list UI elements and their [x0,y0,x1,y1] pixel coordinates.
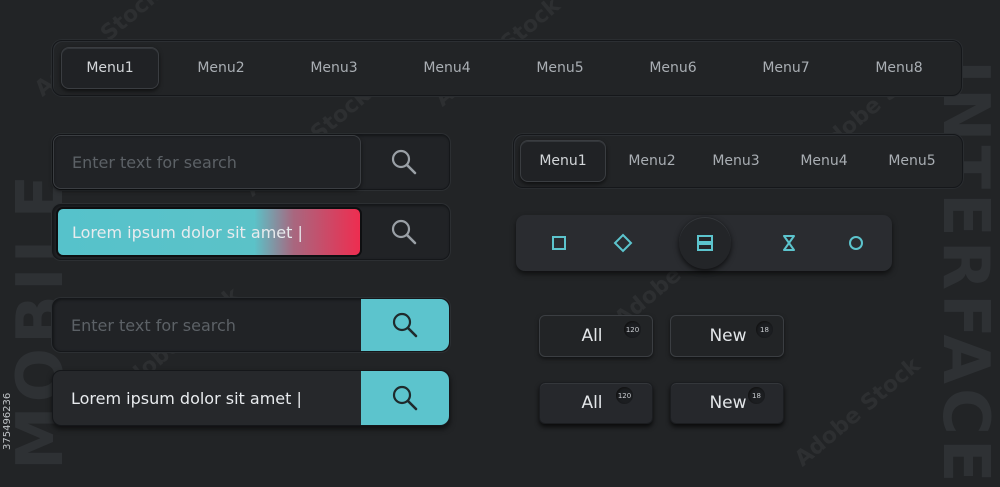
top-menu-item-7[interactable]: Menu7 [736,41,836,95]
filter-new-button-raised[interactable]: New 18 [670,382,784,424]
small-menu-item-5[interactable]: Menu5 [872,135,952,187]
small-menu-item-2[interactable]: Menu2 [612,135,692,187]
filter-label: All [581,393,603,413]
small-menu-bar: Menu1 Menu2 Menu3 Menu4 Menu5 [513,134,963,188]
filter-new-button[interactable]: New 18 [670,315,784,357]
menu-label: Menu1 [539,153,587,169]
filter-label: New [709,393,747,413]
count-badge: 120 [624,321,641,338]
menu-label: Menu4 [800,153,848,169]
top-menu-item-6[interactable]: Menu6 [623,41,723,95]
hourglass-icon[interactable] [779,233,799,253]
count-badge: 18 [756,321,773,338]
menu-label: Menu7 [762,60,810,76]
search-icon[interactable] [390,218,418,246]
small-menu-item-1[interactable]: Menu1 [520,140,606,182]
search-value[interactable]: Lorem ipsum dolor sit amet | [71,371,302,425]
menu-label: Menu3 [310,60,358,76]
search-icon [391,384,419,412]
filter-all-button-raised[interactable]: All 120 [539,382,653,424]
search-placeholder: Enter text for search [72,152,237,172]
search-input[interactable]: Enter text for search [53,135,361,189]
watermark: Adobe Stock [790,352,926,473]
small-menu-item-3[interactable]: Menu3 [696,135,776,187]
top-menu-item-3[interactable]: Menu3 [284,41,384,95]
menu-label: Menu3 [712,153,760,169]
menu-label: Menu2 [628,153,676,169]
top-menu-item-4[interactable]: Menu4 [397,41,497,95]
top-menu-item-1[interactable]: Menu1 [61,47,159,89]
top-menu-item-2[interactable]: Menu2 [171,41,271,95]
search-icon[interactable] [390,148,418,176]
menu-label: Menu8 [875,60,923,76]
stock-id: 375496236 [2,392,13,450]
icon-tab-bar [516,215,892,271]
search-value: Lorem ipsum dolor sit amet | [72,222,303,242]
top-menu-item-8[interactable]: Menu8 [849,41,949,95]
search-field-3: Enter text for search [52,298,450,352]
top-menu-bar: Menu1 Menu2 Menu3 Menu4 Menu5 Menu6 Menu… [52,40,962,96]
search-input-active[interactable]: Lorem ipsum dolor sit amet | [56,207,362,257]
count-badge: 18 [748,387,765,404]
top-menu-item-5[interactable]: Menu5 [510,41,610,95]
menu-label: Menu5 [888,153,936,169]
search-field-4: Lorem ipsum dolor sit amet | [52,370,450,426]
side-title-right: INTERFACE [928,60,1000,487]
search-field-1: Enter text for search [52,134,450,190]
circle-icon[interactable] [846,233,866,253]
search-field-2: Lorem ipsum dolor sit amet | [52,204,450,260]
menu-label: Menu6 [649,60,697,76]
search-placeholder[interactable]: Enter text for search [71,299,236,351]
diamond-icon[interactable] [613,233,633,253]
search-button[interactable] [361,299,449,351]
active-tab-indicator[interactable] [679,217,731,269]
menu-label: Menu1 [86,60,134,76]
search-icon [391,311,419,339]
count-badge: 120 [616,387,633,404]
square-icon[interactable] [549,233,569,253]
menu-lines-icon [695,233,715,253]
small-menu-item-4[interactable]: Menu4 [784,135,864,187]
menu-label: Menu5 [536,60,584,76]
search-button[interactable] [361,371,449,425]
menu-label: Menu2 [197,60,245,76]
menu-label: Menu4 [423,60,471,76]
filter-all-button[interactable]: All 120 [539,315,653,357]
